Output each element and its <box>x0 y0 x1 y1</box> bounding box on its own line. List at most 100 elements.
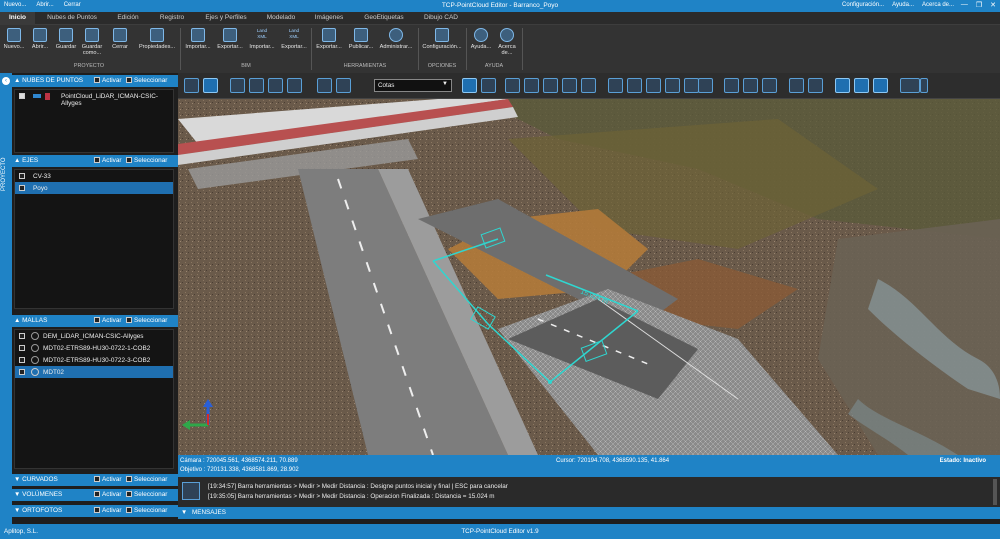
tab-geoetiquetas[interactable]: GeoEtiquetas <box>360 14 408 21</box>
measure-distance-icon[interactable] <box>462 78 477 93</box>
ortofotos-seleccionar-checkbox[interactable]: Seleccionar <box>126 507 167 514</box>
title-help-link[interactable]: Ayuda... <box>892 2 914 8</box>
pdf-export-button[interactable]: Exportar... <box>313 28 345 50</box>
measure-point-icon[interactable] <box>524 78 539 93</box>
tab-edicion[interactable]: Edición <box>113 14 143 21</box>
grid-small-icon[interactable] <box>743 78 758 93</box>
view-iso-icon[interactable] <box>684 78 699 93</box>
tab-dibujo-cad[interactable]: Dibujo CAD <box>421 14 461 21</box>
grid-large-icon[interactable] <box>762 78 777 93</box>
list-item[interactable]: MDT02 <box>15 366 173 378</box>
title-about-link[interactable]: Acerca de... <box>922 2 954 8</box>
checkbox-checked-icon[interactable] <box>19 93 25 99</box>
properties-button[interactable]: Propiedades... <box>136 28 178 50</box>
curvados-panel-title: ▼ CURVADOS <box>14 476 58 483</box>
mallas-panel-header[interactable]: ▲ MALLAS Activar Seleccionar <box>12 315 178 327</box>
mallas-seleccionar-checkbox[interactable]: Seleccionar <box>126 317 167 324</box>
select-window-icon[interactable] <box>203 78 218 93</box>
list-item[interactable]: CV-33 <box>15 170 173 182</box>
view-cube-icon[interactable] <box>317 78 332 93</box>
save-button[interactable]: Guardar <box>52 28 80 50</box>
list-item[interactable]: DEM_LiDAR_ICMAN-CSIC-Allyges <box>15 330 173 342</box>
manage-button[interactable]: Administrar... <box>377 28 415 50</box>
landxml-export-button[interactable]: Land XML Exportar... <box>278 28 310 50</box>
curvados-seleccionar-checkbox[interactable]: Seleccionar <box>126 476 167 483</box>
measure-angle-icon[interactable] <box>543 78 558 93</box>
display-dropdown-icon[interactable] <box>920 78 928 93</box>
zoom-out-icon[interactable] <box>249 78 264 93</box>
curvados-panel-header[interactable]: ▼ CURVADOS Activar Seleccionar <box>12 474 178 486</box>
bim-import-icon <box>191 28 205 42</box>
ortofotos-activar-checkbox[interactable]: Activar <box>94 507 122 514</box>
volumenes-seleccionar-checkbox[interactable]: Seleccionar <box>126 491 167 498</box>
minimize-icon[interactable]: — <box>961 1 968 9</box>
volumenes-panel-header[interactable]: ▼ VOLÚMENES Activar Seleccionar <box>12 489 178 501</box>
new-project-button[interactable]: Nuevo... <box>0 28 28 50</box>
list-item[interactable]: MDT02-ETRS89-HU30-0722-3-COB2 <box>15 354 173 366</box>
view-side-icon[interactable] <box>646 78 661 93</box>
zoom-extents-icon[interactable] <box>287 78 302 93</box>
nubes-panel-header[interactable]: ▲ NUBES DE PUNTOS Activar Seleccionar <box>12 75 178 87</box>
list-item[interactable]: PointCloud_LiDAR_ICMAN-CSIC-Allyges <box>15 90 173 107</box>
collapse-messages-icon[interactable]: ▼ <box>181 509 187 516</box>
view-top-icon[interactable] <box>608 78 623 93</box>
measure-line-icon[interactable] <box>481 78 496 93</box>
tab-nubes-de-puntos[interactable]: Nubes de Puntos <box>44 14 100 21</box>
publish-button[interactable]: Publicar... <box>345 28 377 50</box>
ejes-panel-header[interactable]: ▲ EJES Activar Seleccionar <box>12 155 178 167</box>
snap-nodes-icon[interactable] <box>808 78 823 93</box>
view-front-icon[interactable] <box>627 78 642 93</box>
display-monitor-icon[interactable] <box>900 78 920 93</box>
zoom-window-icon[interactable] <box>268 78 283 93</box>
grid-dots-icon[interactable] <box>724 78 739 93</box>
about-button[interactable]: Acerca de... <box>494 28 520 57</box>
axes-tool-icon[interactable] <box>835 78 850 93</box>
title-config-link[interactable]: Configuración... <box>842 2 884 8</box>
landxml-import-button[interactable]: Land XML Importar... <box>246 28 278 50</box>
nubes-activar-checkbox[interactable]: Activar <box>94 77 122 84</box>
save-as-button[interactable]: Guardar como... <box>78 28 106 57</box>
tab-imagenes[interactable]: Imágenes <box>312 14 346 21</box>
volumenes-activar-checkbox[interactable]: Activar <box>94 491 122 498</box>
list-item[interactable]: MDT02-ETRS89-HU30-0722-1-COB2 <box>15 342 173 354</box>
close-project-button[interactable]: Cerrar <box>106 28 134 50</box>
bim-export-button[interactable]: Exportar... <box>214 28 246 50</box>
messages-scrollbar[interactable] <box>993 479 997 505</box>
ortofotos-panel-header[interactable]: ▼ ORTOFOTOS Activar Seleccionar <box>12 505 178 517</box>
restore-icon[interactable]: ❐ <box>976 1 982 9</box>
tab-modelado[interactable]: Modelado <box>264 14 298 21</box>
help-button[interactable]: Ayuda... <box>468 28 494 50</box>
ejes-activar-checkbox[interactable]: Activar <box>94 157 122 164</box>
measure-polyline-icon[interactable] <box>505 78 520 93</box>
open-project-button[interactable]: Abrir... <box>26 28 54 50</box>
bim-import-button[interactable]: Importar... <box>182 28 214 50</box>
collapse-panel-icon[interactable]: ‹ <box>2 77 10 85</box>
ejes-seleccionar-checkbox[interactable]: Seleccionar <box>126 157 167 164</box>
ribbon-separator <box>522 28 523 70</box>
view-back-icon[interactable] <box>665 78 680 93</box>
layers-list-icon[interactable] <box>698 78 713 93</box>
mallas-activar-checkbox[interactable]: Activar <box>94 317 122 324</box>
messages-header[interactable]: ▼ MENSAJES <box>178 507 1000 519</box>
nubes-seleccionar-checkbox[interactable]: Seleccionar <box>126 77 167 84</box>
zoom-in-icon[interactable] <box>230 78 245 93</box>
list-item[interactable]: Poyo <box>15 182 173 194</box>
measure-height-icon[interactable] <box>581 78 596 93</box>
snap-segment-icon[interactable] <box>789 78 804 93</box>
section-tool-icon[interactable] <box>873 78 888 93</box>
settings-button[interactable]: Configuración... <box>420 28 464 50</box>
select-rect-icon[interactable] <box>184 78 199 93</box>
cursor-coordinates: Cursor: 720194.708, 4368590.135, 41.864 <box>556 458 670 464</box>
tab-ejes-perfiles[interactable]: Ejes y Perfiles <box>200 14 252 21</box>
close-icon[interactable]: ✕ <box>990 1 996 9</box>
messages-list-icon[interactable] <box>182 482 200 500</box>
tab-inicio[interactable]: Inicio <box>0 12 35 25</box>
view-dropdown-icon[interactable] <box>336 78 351 93</box>
measure-area-icon[interactable] <box>562 78 577 93</box>
measure-toggle-icon[interactable] <box>854 78 869 93</box>
curvados-activar-checkbox[interactable]: Activar <box>94 476 122 483</box>
tab-registro[interactable]: Registro <box>156 14 188 21</box>
project-rail[interactable]: ‹ PROYECTO <box>0 73 12 524</box>
point-cloud-viewport[interactable]: 15.024 m <box>178 99 1000 455</box>
render-mode-select[interactable]: Cotas ▼ <box>374 79 452 92</box>
